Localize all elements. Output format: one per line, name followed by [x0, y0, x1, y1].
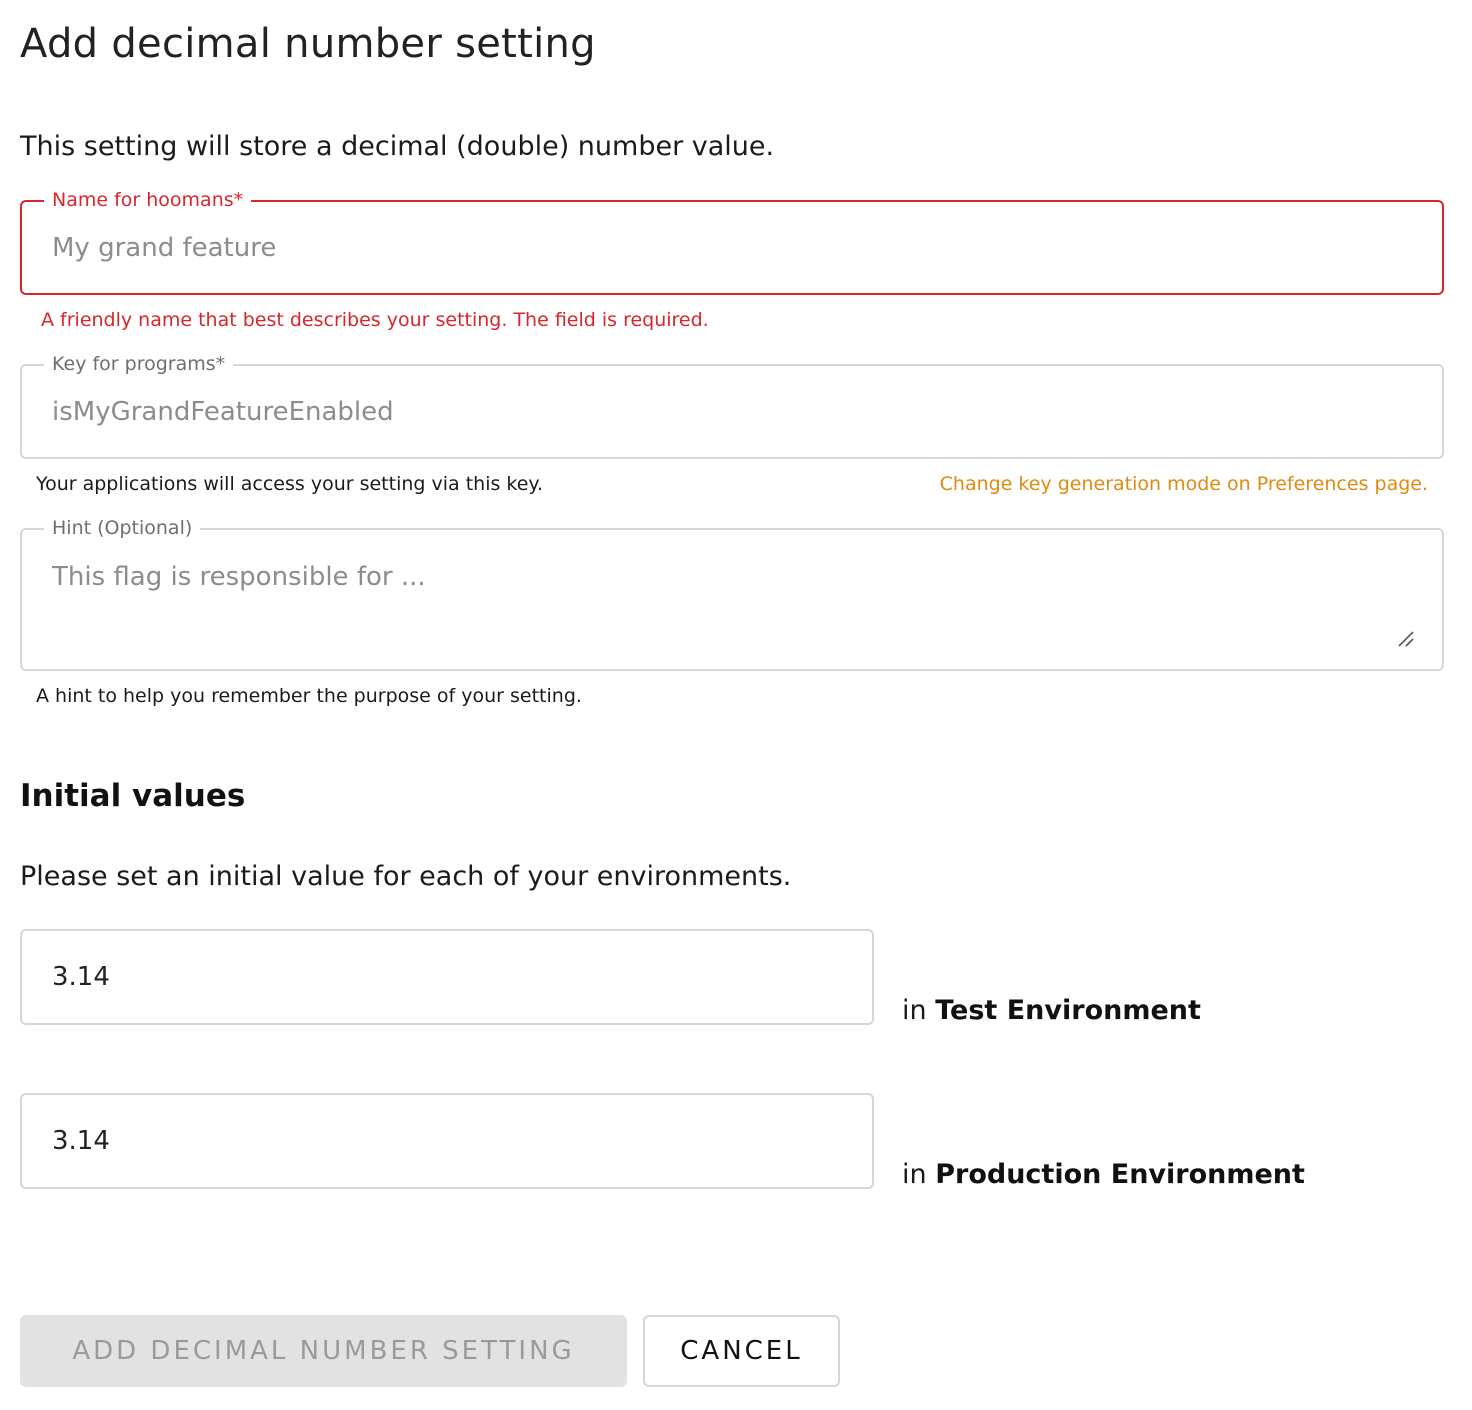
hint-field-label: Hint (Optional)	[44, 516, 201, 540]
production-env-value-input[interactable]	[52, 1095, 852, 1187]
name-input[interactable]	[52, 202, 1412, 294]
cancel-button[interactable]: CANCEL	[643, 1315, 840, 1387]
dialog-description: This setting will store a decimal (doubl…	[20, 131, 775, 162]
name-field-error: A friendly name that best describes your…	[41, 309, 709, 331]
test-env-prefix: in	[902, 995, 927, 1026]
key-field-helper: Your applications will access your setti…	[36, 473, 543, 495]
production-env-label: in Production Environment	[902, 1157, 1305, 1193]
hint-field[interactable]: Hint (Optional)	[20, 516, 1444, 671]
production-env-prefix: in	[902, 1159, 927, 1190]
resize-grip-icon[interactable]	[1396, 629, 1414, 647]
production-env-name: Production Environment	[935, 1159, 1305, 1190]
hint-field-helper: A hint to help you remember the purpose …	[36, 685, 582, 707]
name-field[interactable]: Name for hoomans*	[20, 188, 1444, 295]
add-setting-button[interactable]: ADD DECIMAL NUMBER SETTING	[20, 1315, 627, 1387]
production-env-value-field[interactable]	[20, 1093, 874, 1189]
key-field[interactable]: Key for programs*	[20, 352, 1444, 459]
test-env-value-field[interactable]	[20, 929, 874, 1025]
key-input[interactable]	[52, 366, 1412, 458]
hint-textarea[interactable]	[52, 560, 1412, 650]
test-env-label: in Test Environment	[902, 993, 1201, 1029]
test-env-name: Test Environment	[935, 995, 1201, 1026]
dialog-title: Add decimal number setting	[20, 21, 596, 67]
preferences-link[interactable]: Change key generation mode on Preference…	[940, 472, 1428, 496]
initial-values-description: Please set an initial value for each of …	[20, 861, 792, 892]
test-env-value-input[interactable]	[52, 931, 852, 1023]
initial-values-title: Initial values	[20, 778, 246, 814]
